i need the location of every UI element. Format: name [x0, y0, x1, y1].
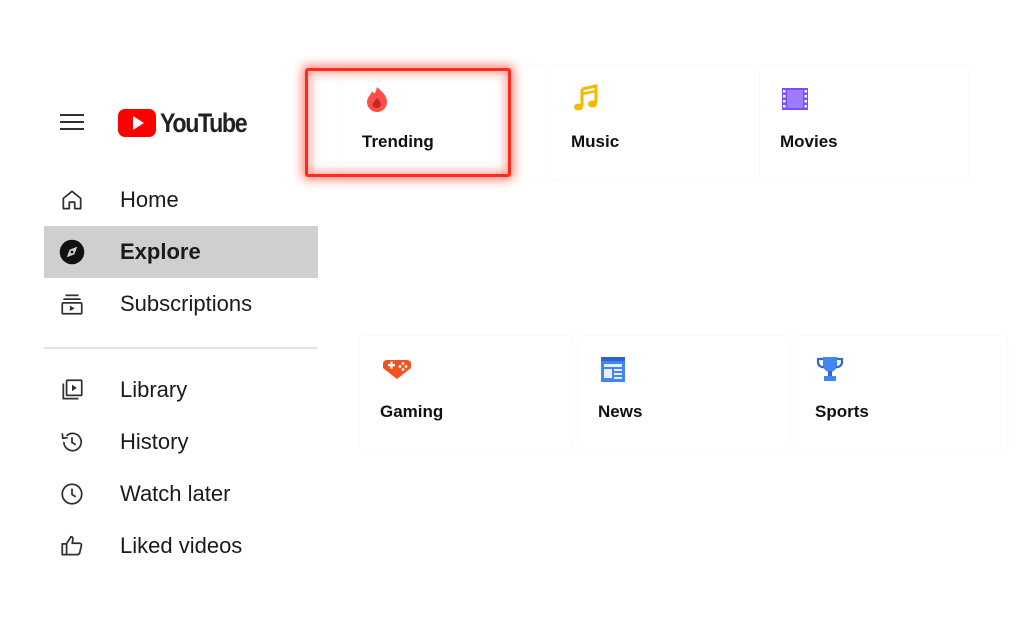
category-tile-music[interactable]: Music: [551, 66, 755, 180]
newspaper-icon: [601, 357, 625, 382]
youtube-page: YouTube Home Explore Subscriptions Libra…: [0, 0, 1024, 640]
sidebar-item-label: Home: [120, 187, 179, 212]
sidebar-item-subscriptions[interactable]: Subscriptions: [44, 278, 318, 330]
sidebar-item-history[interactable]: History: [44, 416, 318, 468]
sidebar-item-label: Watch later: [120, 481, 231, 506]
sidebar-item-library[interactable]: Library: [44, 364, 318, 416]
category-tile-trending[interactable]: Trending: [342, 66, 546, 180]
sidebar-item-watch-later[interactable]: Watch later: [44, 468, 318, 520]
sidebar-item-liked-videos[interactable]: Liked videos: [44, 520, 318, 572]
sidebar-item-explore[interactable]: Explore: [44, 226, 318, 278]
clock-icon: [58, 480, 86, 508]
sidebar-item-home[interactable]: Home: [44, 174, 318, 226]
category-label: Sports: [815, 402, 869, 421]
thumbs-up-icon: [58, 532, 86, 560]
category-label: Movies: [780, 132, 838, 151]
sidebar-divider: [44, 347, 318, 349]
category-label: Gaming: [380, 402, 444, 421]
youtube-play-logo-icon: [118, 109, 156, 137]
sidebar-item-label: History: [120, 429, 189, 454]
hamburger-menu-icon: [60, 114, 84, 130]
explore-icon: [58, 238, 86, 266]
category-label: Trending: [362, 132, 434, 151]
sidebar-item-label: Liked videos: [120, 533, 243, 558]
category-tile-sports[interactable]: Sports: [795, 336, 1007, 450]
category-tile-movies[interactable]: Movies: [760, 66, 968, 180]
film-icon: [782, 88, 808, 110]
category-tile-gaming[interactable]: Gaming: [360, 336, 572, 450]
category-label: Music: [571, 132, 620, 151]
gamepad-icon: [383, 360, 411, 379]
subscriptions-icon: [58, 290, 86, 318]
sidebar-item-label: Library: [120, 377, 188, 402]
history-icon: [58, 428, 86, 456]
logo-text: YouTube: [160, 107, 248, 138]
home-icon: [58, 186, 86, 214]
trending-flame-icon: [367, 87, 387, 112]
sidebar-item-label: Subscriptions: [120, 291, 253, 316]
music-note-icon: [574, 84, 598, 111]
library-icon: [58, 376, 86, 404]
menu-button[interactable]: [56, 108, 88, 136]
category-label: News: [598, 402, 643, 421]
youtube-logo[interactable]: YouTube: [118, 106, 260, 140]
trophy-icon: [816, 357, 844, 381]
sidebar-item-label: Explore: [120, 239, 201, 264]
category-tile-news[interactable]: News: [578, 336, 790, 450]
